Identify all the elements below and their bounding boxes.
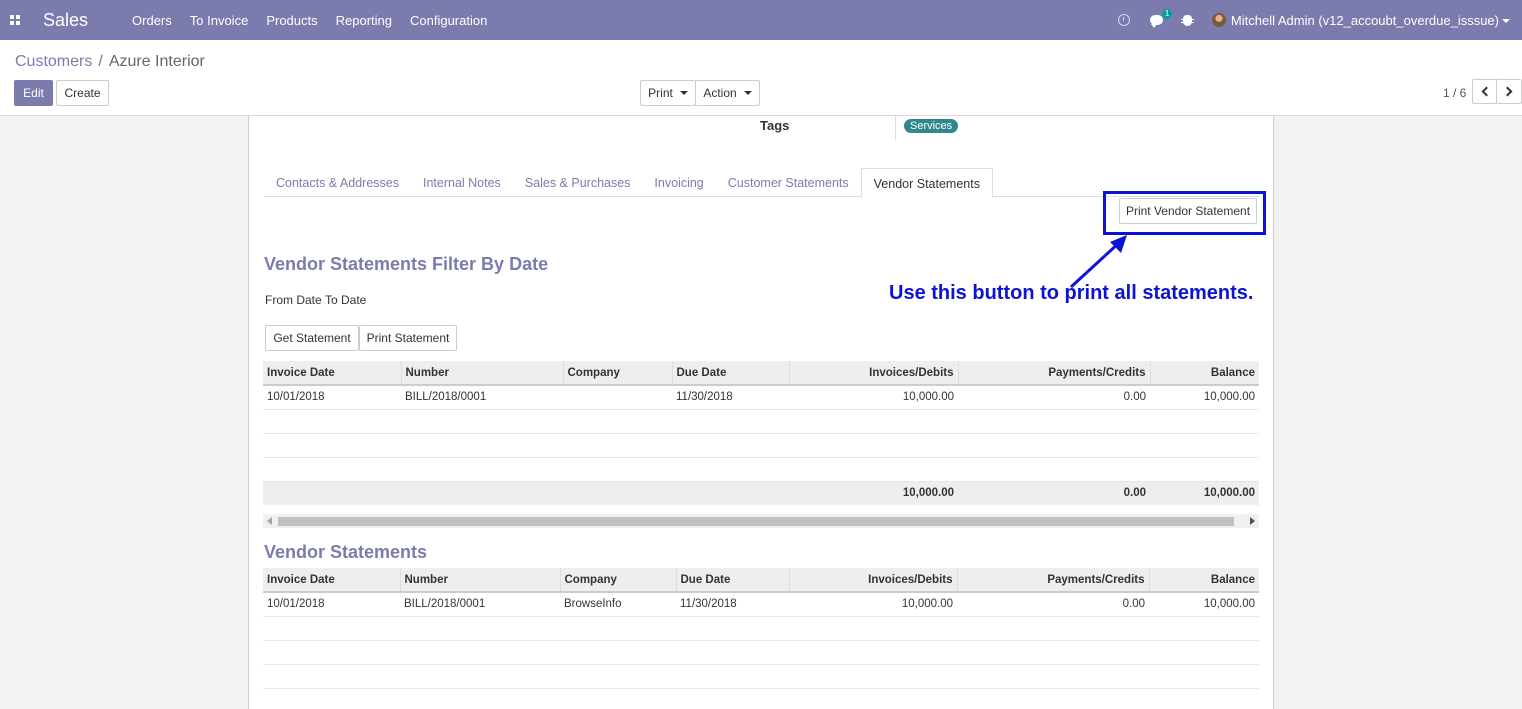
annotation-text: Use this button to print all statements. [889, 282, 1254, 304]
cell-balance: 10,000.00 [1150, 385, 1259, 410]
top-navbar: Sales Orders To Invoice Products Reporti… [0, 0, 1522, 40]
tab-vendor-statements[interactable]: Vendor Statements [860, 168, 993, 198]
apps-menu-icon[interactable] [0, 0, 30, 40]
cell-invoices-debits: 10,000.00 [789, 592, 957, 617]
column-header[interactable]: Company [563, 361, 673, 386]
tab-contacts-addresses[interactable]: Contacts & Addresses [264, 168, 411, 197]
column-header[interactable]: Company [560, 568, 677, 593]
get-statement-button[interactable]: Get Statement [265, 325, 359, 351]
column-header[interactable]: Due Date [672, 361, 790, 386]
table-row[interactable]: 10/01/2018 BILL/2018/0001 11/30/2018 10,… [263, 385, 1259, 410]
chevron-left-icon [1481, 86, 1491, 97]
empty-row [263, 664, 1259, 689]
column-header[interactable]: Invoices/Debits [789, 361, 959, 386]
cell-due-date: 11/30/2018 [672, 385, 789, 410]
table-row[interactable]: 10/01/2018 BILL/2018/0001 BrowseInfo 11/… [263, 592, 1259, 617]
breadcrumb-separator: / [98, 53, 103, 70]
activity-clock-icon[interactable] [1117, 14, 1130, 26]
empty-row [263, 616, 1259, 641]
chevron-right-icon [1502, 86, 1513, 97]
column-header[interactable]: Balance [1150, 361, 1259, 386]
menu-to-invoice[interactable]: To Invoice [190, 13, 249, 28]
form-sheet: Tags Services Contacts & Addresses Inter… [248, 116, 1274, 709]
avatar[interactable] [1211, 13, 1226, 27]
empty-row [263, 409, 1259, 434]
total-invoices-debits: 10,000.00 [789, 481, 958, 505]
cell-invoice-date: 10/01/2018 [263, 385, 401, 410]
print-dropdown[interactable]: Print [640, 80, 696, 106]
tags-label: Tags [760, 118, 790, 133]
breadcrumb-customers[interactable]: Customers [15, 53, 92, 70]
app-brand[interactable]: Sales [43, 10, 88, 31]
cell-due-date: 11/30/2018 [676, 592, 789, 617]
breadcrumb: Customers / Azure Interior [15, 53, 205, 71]
cell-payments-credits: 0.00 [957, 592, 1149, 617]
user-name: Mitchell Admin (v12_accoubt_overdue_isss… [1230, 12, 1499, 28]
column-header[interactable]: Payments/Credits [958, 361, 1151, 386]
pager-previous[interactable] [1472, 79, 1497, 104]
column-header[interactable]: Invoice Date [263, 568, 401, 593]
empty-row [263, 640, 1259, 665]
cell-payments-credits: 0.00 [958, 385, 1150, 410]
action-label: Action [703, 86, 737, 100]
filter-section-title: Vendor Statements Filter By Date [264, 254, 549, 274]
horizontal-scrollbar[interactable] [263, 514, 1259, 528]
pager-value[interactable]: 1 / 6 [1443, 86, 1466, 100]
action-dropdown[interactable]: Action [695, 80, 760, 106]
menu-orders[interactable]: Orders [132, 13, 172, 28]
column-header[interactable]: Balance [1149, 568, 1259, 593]
vendor-statements-title: Vendor Statements [264, 542, 428, 562]
create-button[interactable]: Create [56, 80, 109, 106]
empty-row [263, 457, 1259, 482]
column-header[interactable]: Invoices/Debits [789, 568, 958, 593]
print-vendor-statement-button[interactable]: Print Vendor Statement [1119, 198, 1257, 224]
control-panel: Customers / Azure Interior Edit Create Pri… [0, 40, 1522, 116]
tab-internal-notes[interactable]: Internal Notes [411, 168, 513, 197]
filter-statements-table: Invoice Date Number Company Due Date Inv… [263, 361, 1259, 505]
chat-badge: 1 [1161, 9, 1173, 19]
cell-number: BILL/2018/0001 [401, 385, 563, 410]
breadcrumb-current: Azure Interior [108, 53, 205, 70]
vendor-statements-table: Invoice Date Number Company Due Date Inv… [263, 568, 1259, 689]
cell-company: BrowseInfo [560, 592, 676, 617]
cell-balance: 10,000.00 [1149, 592, 1259, 617]
total-payments-credits: 0.00 [958, 481, 1150, 505]
menu-products[interactable]: Products [266, 13, 317, 28]
divider [895, 116, 896, 140]
caret-down-icon [743, 91, 752, 95]
from-date-label: From Date [265, 293, 322, 307]
tab-invoicing[interactable]: Invoicing [642, 168, 715, 197]
to-date-label: To Date [325, 293, 367, 307]
column-header[interactable]: Invoice Date [263, 361, 402, 386]
cell-invoice-date: 10/01/2018 [263, 592, 400, 617]
column-header[interactable]: Due Date [676, 568, 790, 593]
cell-invoices-debits: 10,000.00 [789, 385, 958, 410]
scroll-right-icon[interactable] [1250, 517, 1255, 525]
messaging-chat-icon[interactable]: 1 [1149, 9, 1173, 28]
totals-row: 10,000.00 0.00 10,000.00 [263, 481, 1259, 505]
menu-reporting[interactable]: Reporting [336, 13, 392, 28]
user-caret-icon [1502, 19, 1510, 24]
tab-customer-statements[interactable]: Customer Statements [716, 168, 861, 197]
tab-sales-purchases[interactable]: Sales & Purchases [513, 168, 643, 197]
debug-bug-icon[interactable] [1180, 14, 1194, 26]
column-header[interactable]: Number [401, 361, 564, 386]
scroll-left-icon[interactable] [267, 517, 272, 525]
tag-badge[interactable]: Services [904, 119, 959, 133]
caret-down-icon [679, 91, 688, 95]
empty-row [263, 433, 1259, 458]
cell-number: BILL/2018/0001 [400, 592, 560, 617]
user-menu[interactable]: Mitchell Admin (v12_accoubt_overdue_isss… [1231, 13, 1510, 28]
pager-next[interactable] [1496, 79, 1522, 104]
total-balance: 10,000.00 [1150, 481, 1259, 505]
column-header[interactable]: Number [400, 568, 561, 593]
print-label: Print [648, 86, 673, 100]
print-statement-button[interactable]: Print Statement [359, 325, 457, 351]
menu-configuration[interactable]: Configuration [410, 13, 487, 28]
edit-button[interactable]: Edit [14, 80, 53, 106]
column-header[interactable]: Payments/Credits [957, 568, 1150, 593]
cell-company [563, 385, 672, 410]
scroll-thumb[interactable] [278, 517, 1234, 526]
